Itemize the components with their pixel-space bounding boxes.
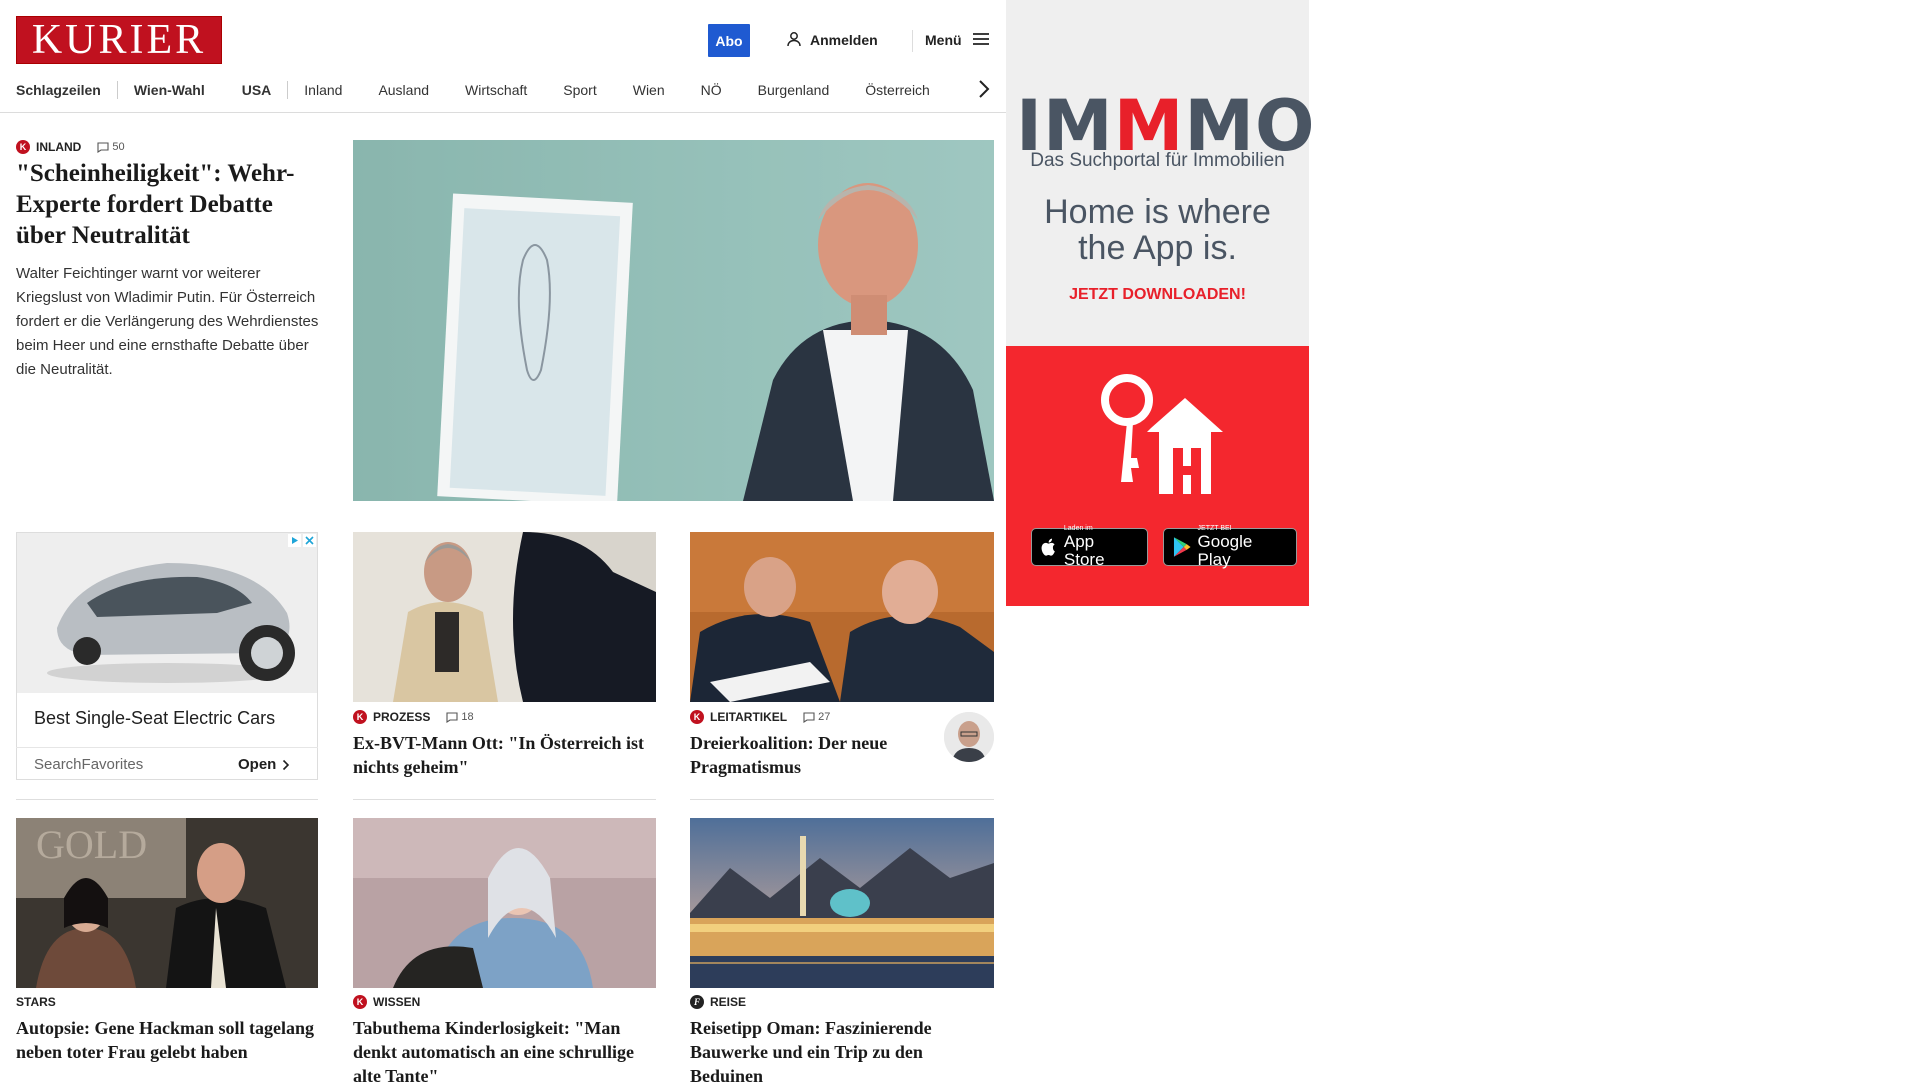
login-label: Anmelden [810,32,878,48]
article-comment-count[interactable]: 18 [446,711,474,723]
article-photo-wissen[interactable] [353,818,656,988]
article-kicker-reise[interactable]: f REISE [690,995,746,1009]
article-headline-reise[interactable]: Reisetipp Oman: Faszinierende Bauwerke u… [690,1016,994,1088]
nav-item-schlagzeilen[interactable]: Schlagzeilen [16,82,101,98]
google-play-button[interactable]: JETZT BEI Google Play [1163,525,1297,569]
immmo-slogan: Home is where the App is. [1006,194,1309,266]
key-house-icon [1093,370,1223,500]
nav-item-inland[interactable]: Inland [304,82,342,98]
article-photo-reise[interactable] [690,818,994,988]
nav-item-noe[interactable]: NÖ [701,82,722,98]
close-ad-icon [303,534,316,547]
lead-comment-number: 50 [112,141,125,153]
kurier-plus-icon: K [353,995,367,1009]
article-headline-leitartikel[interactable]: Dreierkoalition: Der neue Pragmatismus [690,731,930,779]
section-nav: Schlagzeilen Wien-Wahl USA Inland Auslan… [16,78,991,102]
article-kicker-stars[interactable]: STARS [16,995,56,1009]
nav-item-burgenland[interactable]: Burgenland [758,82,830,98]
article-headline-stars[interactable]: Autopsie: Gene Hackman soll tagelang neb… [16,1016,316,1064]
ad-open-label: Open [238,756,277,773]
article-photo-prozess[interactable] [353,532,656,702]
user-icon [786,31,802,50]
nav-item-wien-wahl[interactable]: Wien-Wahl [134,82,205,98]
ad-divider [16,747,318,748]
article-photo-stars[interactable]: GOLD [16,818,318,988]
ad-open-button[interactable]: Open [238,756,290,773]
svg-text:GOLD: GOLD [36,822,147,867]
nav-item-wien[interactable]: Wien [633,82,665,98]
adchoices-icons[interactable] [288,534,316,547]
ad-title[interactable]: Best Single-Seat Electric Cars [34,708,275,729]
row-divider [16,799,318,800]
nav-divider [287,81,289,99]
article-kicker-prozess[interactable]: K PROZESS 18 [353,710,474,724]
article-comment-number: 18 [461,711,474,723]
nav-item-usa[interactable]: USA [242,82,272,98]
kurier-plus-icon: K [16,140,30,154]
article-photo-leitartikel[interactable] [690,532,994,702]
kurier-logo[interactable]: KURIER [16,16,222,64]
article-section-label: STARS [16,995,56,1009]
comment-icon [446,711,458,723]
article-headline-prozess[interactable]: Ex-BVT-Mann Ott: "In Österreich ist nich… [353,731,656,779]
nav-divider-line [0,112,1006,113]
comment-icon [97,141,109,153]
chevron-right-icon [283,759,290,770]
lead-teaser[interactable]: Walter Feichtinger warnt vor weiterer Kr… [16,262,321,382]
lead-section-label: INLAND [36,140,82,154]
login-button[interactable]: Anmelden [786,30,878,50]
google-play-icon [1173,537,1191,557]
hamburger-icon [972,32,990,49]
header-divider [912,30,913,52]
lead-headline[interactable]: "Scheinheiligkeit": Wehr-Experte fordert… [16,158,316,251]
ad-source: SearchFavorites [34,756,144,773]
article-section-label: PROZESS [373,710,431,724]
nav-item-oesterreich[interactable]: Österreich [865,82,930,98]
immmo-tagline: Das Suchportal für Immobilien [1030,150,1285,171]
article-section-label: REISE [710,995,747,1009]
abo-button[interactable]: Abo [708,24,750,57]
menu-label: Menü [925,32,962,48]
menu-button[interactable]: Menü [925,30,990,50]
adchoices-icon [288,534,301,547]
appstore-big-label: App Store [1063,532,1105,569]
apple-icon [1041,538,1055,556]
article-comment-count[interactable]: 27 [803,711,830,723]
row-divider [353,799,656,800]
article-comment-number: 27 [818,711,831,723]
article-headline-wissen[interactable]: Tabuthema Kinderlosigkeit: "Man denkt au… [353,1016,656,1088]
article-kicker-wissen[interactable]: K WISSEN [353,995,420,1009]
ad-car-image[interactable] [17,533,317,693]
kurier-plus-icon: K [353,710,367,724]
lead-photo[interactable] [353,140,994,501]
article-section-label: WISSEN [373,995,421,1009]
nav-item-ausland[interactable]: Ausland [378,82,429,98]
row-divider [690,799,994,800]
app-store-button[interactable]: Laden im App Store [1031,525,1148,569]
article-section-label: LEITARTIKEL [710,710,788,724]
comment-icon [803,711,815,723]
googleplay-big-label: Google Play [1197,532,1253,569]
slogan-line-2: the App is. [1078,229,1237,267]
lead-comment-count[interactable]: 50 [97,141,125,153]
nav-item-sport[interactable]: Sport [563,82,596,98]
nav-divider [116,81,118,99]
kurier-plus-icon: K [690,710,704,724]
nav-scroll-right-icon[interactable] [975,78,993,100]
author-avatar[interactable] [944,712,994,762]
article-kicker-leitartikel[interactable]: K LEITARTIKEL 27 [690,710,830,724]
immmo-download-cta[interactable]: JETZT DOWNLOADEN! [1006,286,1309,304]
freizeit-icon: f [690,995,704,1009]
slogan-line-1: Home is where [1044,193,1271,231]
nav-item-wirtschaft[interactable]: Wirtschaft [465,82,527,98]
lead-kicker[interactable]: K INLAND 50 [16,140,125,154]
